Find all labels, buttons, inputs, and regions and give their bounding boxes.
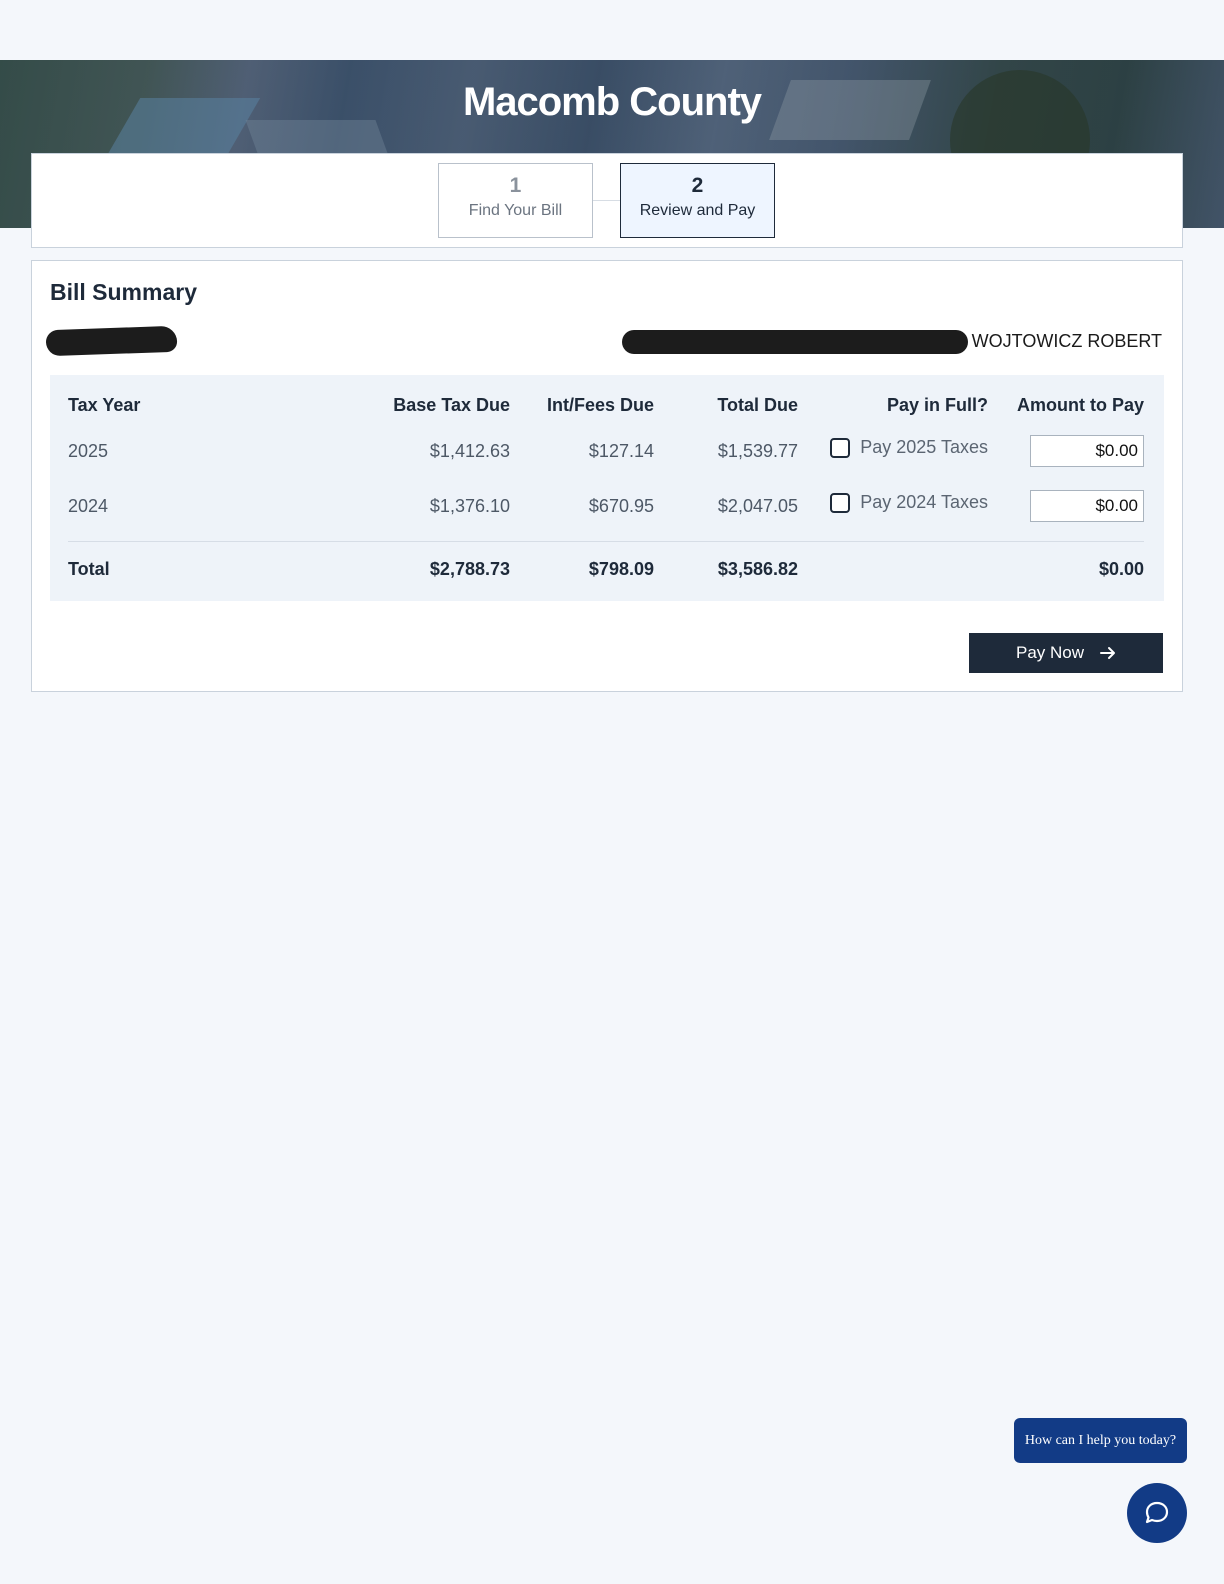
- redaction-mark: [622, 330, 968, 354]
- pay-in-full-option[interactable]: Pay 2025 Taxes: [830, 437, 988, 458]
- table-header-row: Tax Year Base Tax Due Int/Fees Due Total…: [68, 395, 1144, 425]
- total-label: Total: [68, 559, 110, 579]
- tax-year: 2024: [68, 496, 109, 516]
- pay-2024-checkbox[interactable]: [830, 492, 851, 513]
- pay-2025-label[interactable]: Pay 2025 Taxes: [860, 437, 988, 458]
- bill-summary-title: Bill Summary: [50, 279, 197, 305]
- total-due: $2,047.05: [717, 496, 798, 516]
- total-due: $1,539.77: [717, 441, 798, 461]
- total-base-tax: $2,788.73: [429, 559, 510, 579]
- pay-now-button[interactable]: Pay Now: [969, 633, 1163, 673]
- pay-now-label: Pay Now: [1015, 643, 1085, 662]
- step-label: Find Your Bill: [468, 202, 563, 219]
- tax-year: 2025: [68, 441, 109, 461]
- redaction-mark: [45, 325, 178, 357]
- step-number: 1: [509, 174, 522, 197]
- column-header-int-fees: Int/Fees Due: [546, 395, 654, 415]
- amount-to-pay-cell: [1030, 490, 1144, 528]
- bill-table: Tax Year Base Tax Due Int/Fees Due Total…: [50, 375, 1164, 601]
- step-label: Review and Pay: [639, 202, 756, 219]
- table-row: 2025 $1,412.63 $127.14 $1,539.77 Pay 202…: [68, 435, 1144, 473]
- table-divider: [68, 541, 1144, 542]
- int-fees-due: $127.14: [588, 441, 654, 461]
- chat-launcher-button[interactable]: [1127, 1483, 1187, 1543]
- column-header-pay-in-full: Pay in Full?: [886, 395, 988, 415]
- step-connector: [593, 200, 620, 201]
- pay-2025-checkbox[interactable]: [830, 437, 851, 458]
- county-title: Macomb County: [462, 80, 762, 124]
- total-int-fees: $798.09: [588, 559, 654, 579]
- amount-to-pay-cell: [1030, 435, 1144, 473]
- owner-name: WOJTOWICZ ROBERT: [971, 331, 1162, 351]
- int-fees-due: $670.95: [588, 496, 654, 516]
- table-row: 2024 $1,376.10 $670.95 $2,047.05 Pay 202…: [68, 490, 1144, 528]
- base-tax-due: $1,376.10: [429, 496, 510, 516]
- step-number: 2: [691, 174, 704, 197]
- step-review-and-pay[interactable]: 2 Review and Pay: [620, 163, 775, 238]
- chat-bubble-icon: [1145, 1501, 1169, 1524]
- total-amount-to-pay: $0.00: [1098, 559, 1144, 579]
- amount-to-pay-2024-input[interactable]: [1030, 490, 1144, 522]
- amount-to-pay-2025-input[interactable]: [1030, 435, 1144, 467]
- total-due-sum: $3,586.82: [717, 559, 798, 579]
- column-header-tax-year: Tax Year: [68, 395, 141, 415]
- pay-in-full-option[interactable]: Pay 2024 Taxes: [830, 492, 988, 513]
- bill-summary-card: Bill Summary WOJTOWICZ ROBERT Tax Year B…: [31, 260, 1183, 692]
- step-indicator: 1 Find Your Bill 2 Review and Pay: [31, 153, 1183, 248]
- column-header-total-due: Total Due: [717, 395, 798, 415]
- pay-2024-label[interactable]: Pay 2024 Taxes: [860, 492, 988, 513]
- table-total-row: Total $2,788.73 $798.09 $3,586.82 $0.00: [68, 559, 1144, 589]
- chat-prompt-bubble[interactable]: How can I help you today?: [1014, 1418, 1187, 1463]
- base-tax-due: $1,412.63: [429, 441, 510, 461]
- column-header-amount-to-pay: Amount to Pay: [1016, 395, 1144, 415]
- arrow-right-icon: [1100, 647, 1116, 659]
- column-header-base-tax: Base Tax Due: [393, 395, 510, 415]
- step-find-your-bill[interactable]: 1 Find Your Bill: [438, 163, 593, 238]
